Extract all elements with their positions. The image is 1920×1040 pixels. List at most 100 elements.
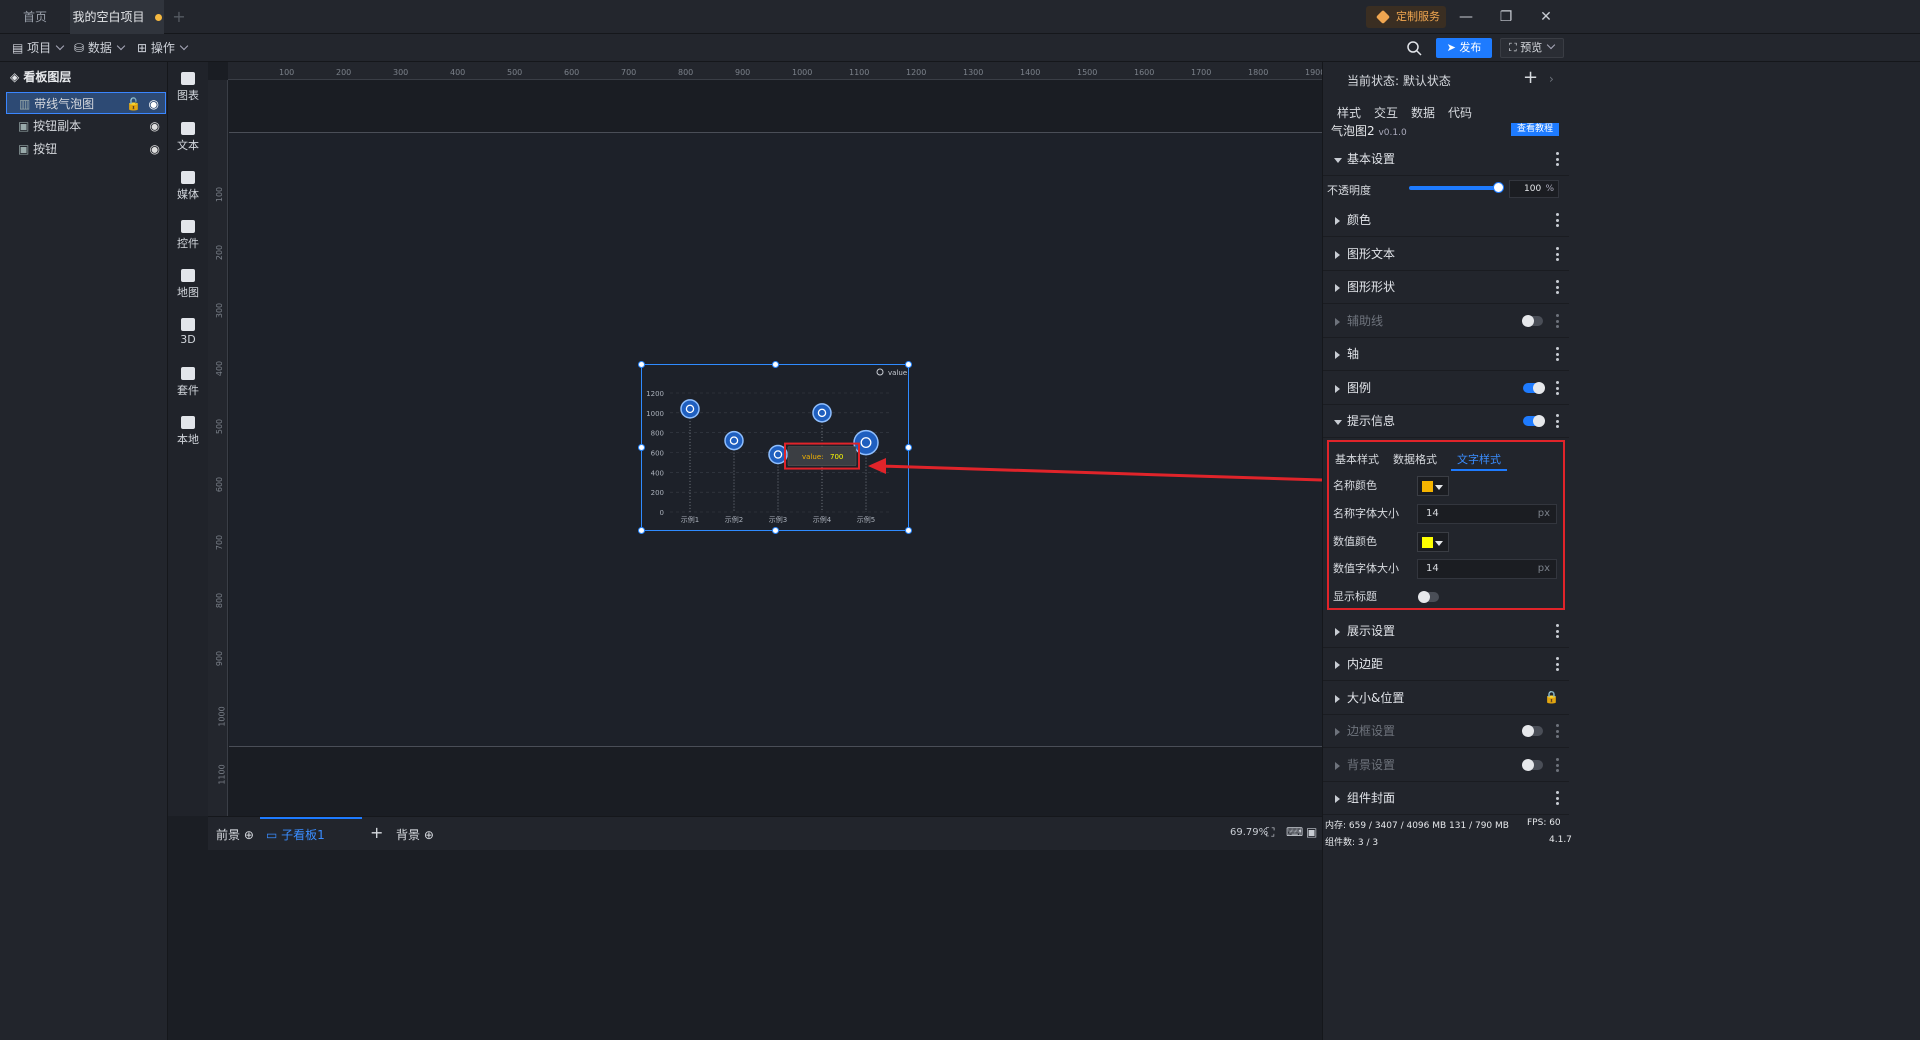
section-cover[interactable]: 组件封面 (1323, 782, 1569, 815)
section-label: 颜色 (1347, 213, 1372, 227)
section-color[interactable]: 颜色 (1323, 204, 1569, 237)
section-tooltip[interactable]: 提示信息 (1323, 405, 1569, 438)
section-legend[interactable]: 图例 (1323, 372, 1569, 405)
slider-thumb[interactable] (1493, 182, 1504, 193)
eye-icon[interactable]: ◉ (150, 115, 160, 137)
tab-code[interactable]: 代码 (1448, 104, 1472, 121)
search-icon[interactable] (1406, 40, 1422, 56)
project-menu-label: 项目 (27, 41, 52, 55)
unlock-icon[interactable]: 🔓 (126, 93, 141, 115)
publish-button[interactable]: ➤ 发布 (1436, 38, 1492, 58)
more-icon[interactable] (1556, 724, 1559, 738)
show-title-toggle[interactable] (1418, 591, 1439, 603)
fit-screen-icon[interactable]: ⛶ (1266, 825, 1274, 840)
add-board-button[interactable]: + (370, 823, 383, 842)
add-circle-icon[interactable]: ⊕ (424, 828, 434, 842)
sub-board-tab[interactable]: ▭ 子看板1 (260, 817, 362, 850)
layer-item[interactable]: ▥ 带线气泡图 🔓 ◉ (6, 92, 166, 114)
more-icon[interactable] (1556, 381, 1559, 395)
eye-icon[interactable]: ◉ (149, 93, 159, 115)
more-icon[interactable] (1556, 791, 1559, 805)
section-background[interactable]: 背景设置 (1323, 749, 1569, 782)
add-state-button[interactable]: + (1523, 67, 1538, 88)
opacity-slider[interactable] (1409, 182, 1504, 193)
tab-project[interactable]: 我的空白项目 (70, 0, 164, 34)
more-icon[interactable] (1556, 347, 1559, 361)
component-kit[interactable]: 套件 (168, 367, 208, 398)
puzzle-icon (181, 416, 195, 429)
subtab-text-style[interactable]: 文字样式 (1451, 451, 1507, 471)
component-map[interactable]: 地图 (168, 269, 208, 300)
component-local[interactable]: 本地 (168, 416, 208, 447)
name-color-row: 名称颜色 (1333, 473, 1558, 499)
memory-status: 内存: 659 / 3407 / 4096 MB 131 / 790 MB (1325, 821, 1509, 831)
more-icon[interactable] (1556, 247, 1559, 261)
tab-data[interactable]: 数据 (1411, 104, 1435, 121)
subtab-basic-style[interactable]: 基本样式 (1335, 451, 1379, 471)
more-icon[interactable] (1556, 758, 1559, 772)
lock-icon[interactable]: 🔒 (1544, 690, 1559, 704)
section-display[interactable]: 展示设置 (1323, 615, 1569, 648)
terminal-icon[interactable]: ▣ (1306, 825, 1317, 839)
section-border[interactable]: 边框设置 (1323, 715, 1569, 748)
close-icon[interactable]: ✕ (1526, 0, 1566, 34)
more-icon[interactable] (1556, 624, 1559, 638)
new-tab-button[interactable]: + (168, 0, 190, 34)
section-axis[interactable]: 轴 (1323, 338, 1569, 371)
section-label: 图形文本 (1347, 247, 1396, 261)
layer-label: 按钮 (33, 142, 58, 156)
tooltip-toggle[interactable] (1523, 415, 1545, 427)
tab-interaction[interactable]: 交互 (1374, 104, 1398, 121)
opacity-input[interactable]: 100% (1509, 180, 1559, 198)
data-menu[interactable]: ⛁ 数据 (74, 34, 126, 62)
section-size-position[interactable]: 大小&位置 🔒 (1323, 682, 1569, 715)
foreground-tab[interactable]: 前景 ⊕ (216, 826, 254, 843)
background-toggle[interactable] (1522, 759, 1543, 771)
more-icon[interactable] (1556, 657, 1559, 671)
background-tab[interactable]: 背景 ⊕ (396, 826, 434, 843)
eye-icon[interactable]: ◉ (150, 138, 160, 160)
canvas-area[interactable]: 100 200 300 400 500 600 700 800 900 1000 1100 1200 1… (208, 62, 1322, 816)
preview-label: 预览 (1520, 41, 1543, 54)
section-shape-text[interactable]: 图形文本 (1323, 238, 1569, 271)
section-basic[interactable]: 基本设置 (1323, 143, 1569, 176)
more-icon[interactable] (1556, 414, 1559, 428)
name-size-input[interactable]: 14 px (1417, 504, 1557, 524)
layers-header: ◈ 看板图层 (10, 68, 71, 85)
keyboard-icon[interactable]: ⌨ (1286, 825, 1303, 839)
section-padding[interactable]: 内边距 (1323, 648, 1569, 681)
tutorial-button[interactable]: 查看教程 (1511, 123, 1559, 136)
restore-icon[interactable]: ❐ (1486, 0, 1526, 34)
operate-menu[interactable]: ⊞ 操作 (137, 34, 189, 62)
more-icon[interactable] (1556, 314, 1559, 328)
component-media[interactable]: 媒体 (168, 171, 208, 202)
component-chart[interactable]: 图表 (168, 72, 208, 103)
tab-home[interactable]: 首页 (0, 0, 70, 34)
component-text[interactable]: 文本 (168, 122, 208, 153)
chevron-right-icon[interactable]: › (1549, 72, 1554, 86)
current-state[interactable]: 当前状态: 默认状态 (1347, 72, 1451, 89)
more-icon[interactable] (1556, 280, 1559, 294)
add-circle-icon[interactable]: ⊕ (244, 828, 254, 842)
subtab-data-format[interactable]: 数据格式 (1393, 451, 1437, 471)
border-toggle[interactable] (1522, 725, 1543, 737)
component-control[interactable]: 控件 (168, 220, 208, 251)
project-menu[interactable]: ▤ 项目 (12, 34, 65, 62)
preview-button[interactable]: ⛶ 预览 (1500, 38, 1564, 58)
component-3d[interactable]: 3D (168, 318, 208, 346)
more-icon[interactable] (1556, 213, 1559, 227)
name-color-picker[interactable] (1417, 476, 1449, 496)
value-color-picker[interactable] (1417, 532, 1449, 552)
custom-service-button[interactable]: 定制服务 (1366, 6, 1446, 28)
legend-toggle[interactable] (1523, 382, 1545, 394)
more-icon[interactable] (1556, 152, 1559, 166)
zoom-level[interactable]: 69.79% (1230, 827, 1268, 838)
value-size-input[interactable]: 14 px (1417, 559, 1557, 579)
guideline-toggle[interactable] (1522, 315, 1543, 327)
layer-item[interactable]: ▣ 按钮副本 ◉ (6, 115, 166, 137)
tab-style[interactable]: 样式 (1337, 104, 1361, 121)
section-guideline[interactable]: 辅助线 (1323, 305, 1569, 338)
minimize-icon[interactable]: — (1446, 0, 1486, 34)
layer-item[interactable]: ▣ 按钮 ◉ (6, 138, 166, 160)
section-shape[interactable]: 图形形状 (1323, 271, 1569, 304)
